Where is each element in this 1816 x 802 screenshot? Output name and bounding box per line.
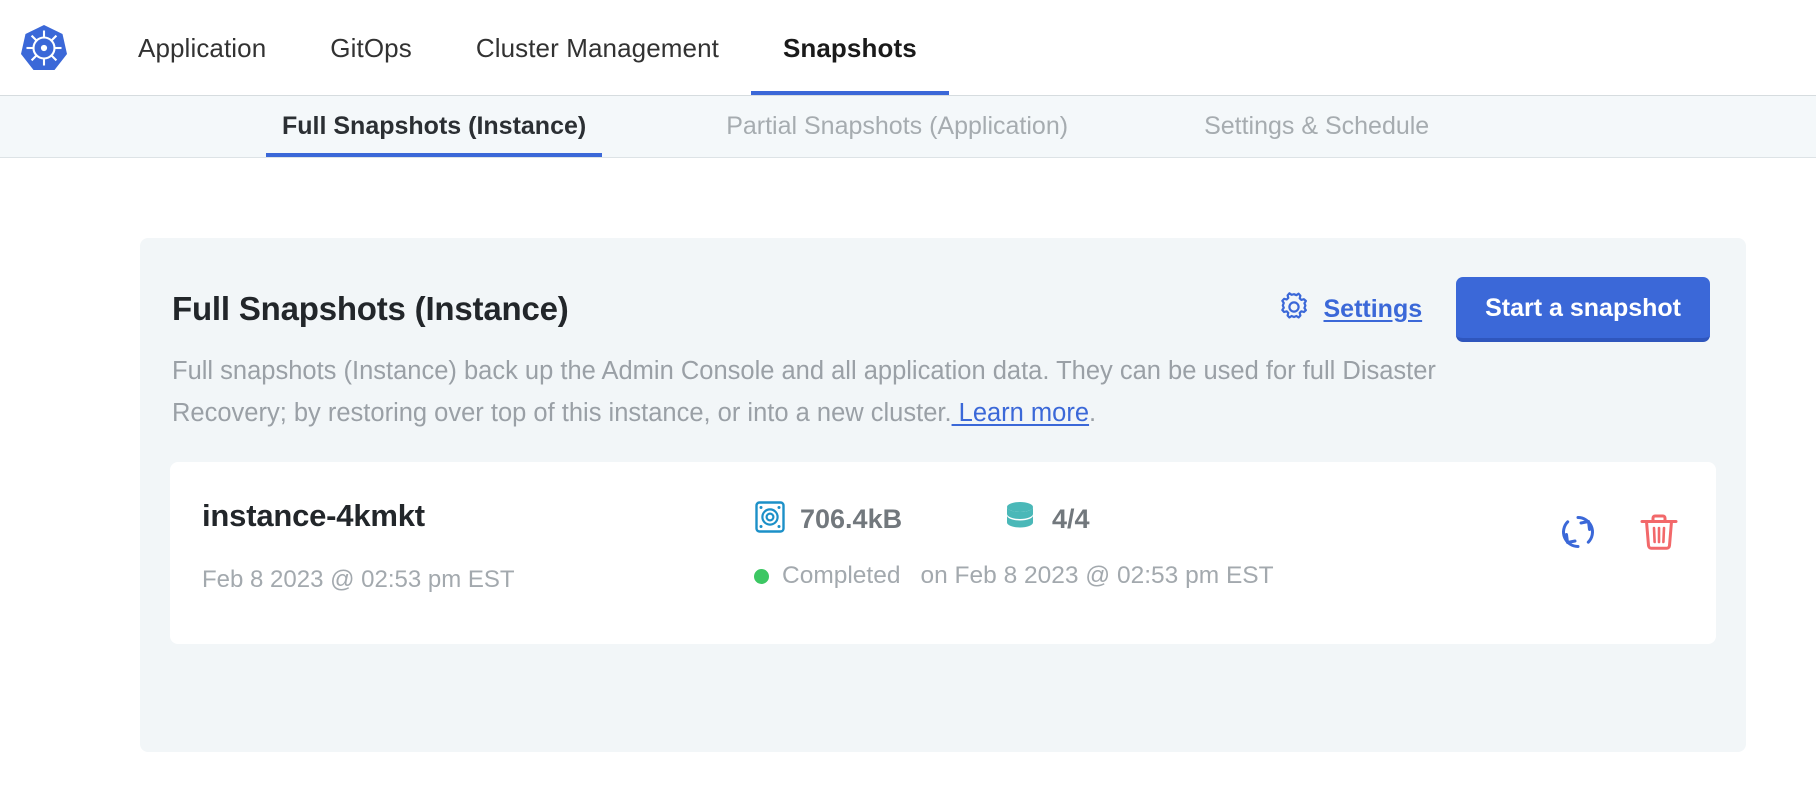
- nav-item-cluster-management[interactable]: Cluster Management: [444, 0, 751, 96]
- nav-item-gitops[interactable]: GitOps: [298, 0, 444, 96]
- learn-more-link[interactable]: Learn more: [952, 399, 1090, 427]
- nav-item-application[interactable]: Application: [106, 0, 298, 96]
- subnav-item-label: Full Snapshots (Instance): [282, 112, 586, 141]
- kubernetes-logo-icon[interactable]: [16, 20, 72, 76]
- subnav-item-partial-snapshots[interactable]: Partial Snapshots (Application): [710, 96, 1084, 157]
- subnav-item-settings-schedule[interactable]: Settings & Schedule: [1188, 96, 1445, 157]
- settings-link-label: Settings: [1324, 295, 1423, 324]
- restore-icon: [1556, 510, 1600, 557]
- trash-icon: [1638, 510, 1680, 557]
- subnav-item-label: Partial Snapshots (Application): [726, 112, 1068, 141]
- page-title: Full Snapshots (Instance): [172, 290, 569, 328]
- snapshot-row-actions: [1556, 510, 1680, 557]
- disk-size-icon: [754, 500, 786, 539]
- snapshot-row[interactable]: instance-4kmkt Feb 8 2023 @ 02:53 pm EST…: [170, 462, 1716, 644]
- top-navigation-bar: Application GitOps Cluster Management Sn…: [0, 0, 1816, 96]
- snapshot-status-group: Completed on Feb 8 2023 @ 02:53 pm EST: [754, 562, 1274, 590]
- snapshot-size-group: 706.4kB: [754, 500, 902, 539]
- nav-item-label: Application: [138, 33, 266, 64]
- subnav-item-label: Settings & Schedule: [1204, 112, 1429, 141]
- full-snapshots-panel: Full Snapshots (Instance) Settings Start…: [140, 238, 1746, 752]
- snapshot-volumes-value: 4/4: [1052, 504, 1090, 535]
- snapshot-created-at: Feb 8 2023 @ 02:53 pm EST: [202, 566, 515, 594]
- panel-description-text: Full snapshots (Instance) back up the Ad…: [172, 357, 1436, 427]
- status-dot-icon: [754, 569, 769, 584]
- database-volumes-icon: [1002, 500, 1038, 539]
- nav-item-snapshots[interactable]: Snapshots: [751, 0, 949, 96]
- panel-description: Full snapshots (Instance) back up the Ad…: [140, 342, 1560, 434]
- nav-item-label: Cluster Management: [476, 33, 719, 64]
- delete-snapshot-button[interactable]: [1638, 510, 1680, 557]
- top-nav-items: Application GitOps Cluster Management Sn…: [106, 0, 949, 96]
- nav-item-label: Snapshots: [783, 33, 917, 64]
- gear-icon: [1277, 290, 1311, 329]
- sub-navigation-bar: Full Snapshots (Instance) Partial Snapsh…: [0, 96, 1816, 158]
- snapshot-volumes-group: 4/4: [1002, 500, 1090, 539]
- start-snapshot-button[interactable]: Start a snapshot: [1456, 277, 1710, 342]
- nav-item-label: GitOps: [330, 33, 412, 64]
- panel-header: Full Snapshots (Instance) Settings Start…: [140, 238, 1746, 342]
- snapshot-size-value: 706.4kB: [800, 504, 902, 535]
- panel-description-period: .: [1089, 399, 1096, 427]
- subnav-item-full-snapshots[interactable]: Full Snapshots (Instance): [266, 96, 602, 157]
- subnav-spacer: [602, 96, 710, 157]
- restore-snapshot-button[interactable]: [1556, 510, 1600, 557]
- status-badge: Completed: [782, 562, 900, 590]
- subnav-spacer: [1084, 96, 1188, 157]
- snapshot-name: instance-4kmkt: [202, 498, 425, 534]
- settings-link[interactable]: Settings: [1277, 290, 1423, 329]
- status-timestamp: on Feb 8 2023 @ 02:53 pm EST: [920, 562, 1273, 590]
- panel-header-actions: Settings Start a snapshot: [1277, 277, 1711, 342]
